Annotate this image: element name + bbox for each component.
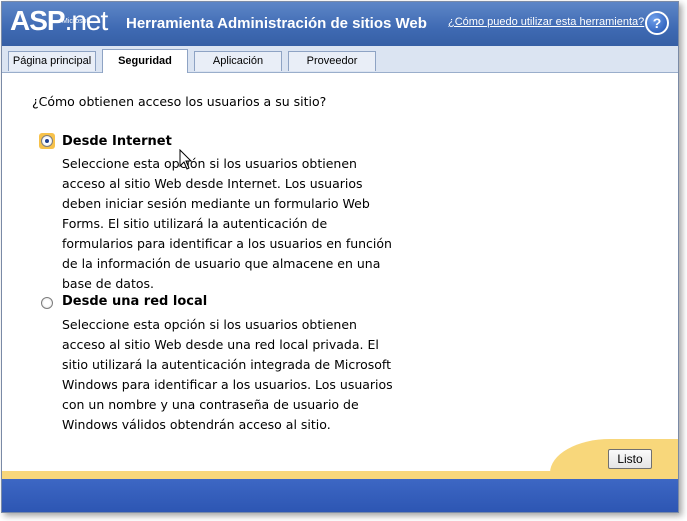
description-line: Seleccione esta opción si los usuarios o…: [62, 156, 357, 171]
description-line: Windows válidos obtendrán acceso al siti…: [62, 417, 331, 432]
footer-yellow-band: [2, 471, 678, 479]
help-link[interactable]: ¿Cómo puedo utilizar esta herramienta?: [448, 16, 644, 28]
page-question: ¿Cómo obtienen acceso los usuarios a su …: [32, 94, 327, 109]
tab-strip: Página principal Seguridad Aplicación Pr…: [2, 46, 678, 73]
description-line: Windows para identificar a los usuarios.…: [62, 377, 393, 392]
description-line: Forms. El sitio utilizará la autenticaci…: [62, 216, 328, 231]
radio-internet[interactable]: [41, 135, 53, 147]
help-icon[interactable]: ?: [645, 11, 669, 35]
description-line: base de datos.: [62, 276, 154, 291]
option-internet-description: Seleccione esta opción si los usuarios o…: [62, 154, 422, 294]
aspnet-logo: ASP.net Microsoft: [10, 4, 108, 38]
header-bar: ASP.net Microsoft Herramienta Administra…: [2, 2, 678, 46]
option-internet-label[interactable]: Desde Internet: [62, 134, 172, 149]
option-local-network-label[interactable]: Desde una red local: [62, 294, 207, 309]
tab-application[interactable]: Aplicación: [194, 51, 282, 71]
app-window: ASP.net Microsoft Herramienta Administra…: [1, 1, 679, 513]
description-line: formularios para identificar a los usuar…: [62, 236, 392, 251]
description-line: sitio utilizará la autenticación integra…: [62, 357, 391, 372]
description-line: con un nombre y una contraseña de usuari…: [62, 397, 359, 412]
option-local-network-description: Seleccione esta opción si los usuarios o…: [62, 315, 422, 435]
description-line: acceso al sitio Web desde una red local …: [62, 337, 379, 352]
done-button[interactable]: Listo: [608, 449, 652, 469]
mouse-cursor-icon: [179, 149, 193, 170]
description-line: de la información de usuario que almacen…: [62, 256, 381, 271]
radio-local-network[interactable]: [41, 297, 53, 309]
logo-microsoft-text: Microsoft: [62, 18, 91, 25]
description-line: deben iniciar sesión mediante un formula…: [62, 196, 370, 211]
footer-blue-bar: [2, 479, 678, 512]
logo-asp-text: ASP: [10, 5, 66, 36]
description-line: acceso al sitio Web desde Internet. Los …: [62, 176, 363, 191]
tab-security[interactable]: Seguridad: [102, 49, 188, 73]
description-line: Seleccione esta opción si los usuarios o…: [62, 317, 357, 332]
app-title: Herramienta Administración de sitios Web: [126, 15, 427, 32]
tab-home[interactable]: Página principal: [8, 51, 96, 71]
tab-provider[interactable]: Proveedor: [288, 51, 376, 71]
